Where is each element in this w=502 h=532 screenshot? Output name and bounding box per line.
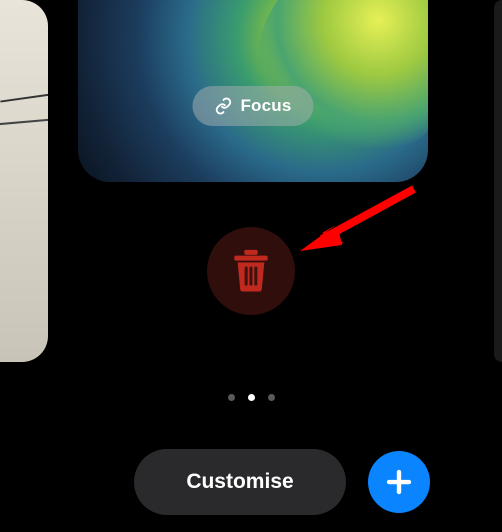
add-button[interactable] xyxy=(368,451,430,513)
page-dot-active xyxy=(248,394,255,401)
wallpaper-editor-screen: Focus Customise xyxy=(0,0,502,532)
trash-icon xyxy=(231,249,271,293)
page-dot xyxy=(268,394,275,401)
wallpaper-card-previous[interactable] xyxy=(0,0,48,362)
wallpaper-card-current[interactable]: Focus xyxy=(78,0,428,182)
page-dot xyxy=(228,394,235,401)
wallpaper-card-next[interactable] xyxy=(494,0,502,362)
bottom-bar: Customise xyxy=(0,449,502,515)
page-indicator xyxy=(0,394,502,401)
customise-button[interactable]: Customise xyxy=(134,449,345,515)
arrow-annotation xyxy=(298,183,422,253)
link-icon xyxy=(214,97,232,115)
plus-icon xyxy=(384,467,414,497)
focus-label: Focus xyxy=(240,96,291,116)
delete-button[interactable] xyxy=(207,227,295,315)
focus-button[interactable]: Focus xyxy=(192,86,313,126)
